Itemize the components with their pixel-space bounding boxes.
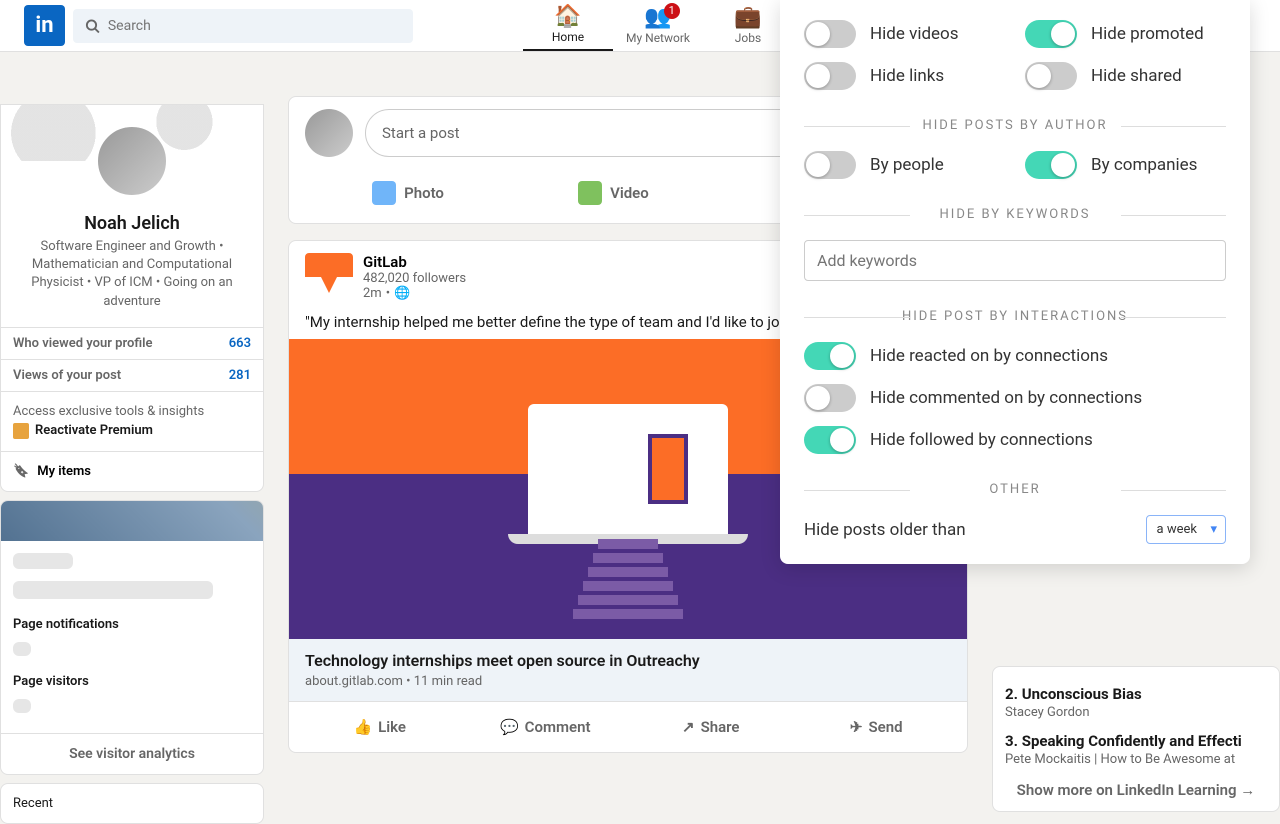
toggle-label: Hide videos bbox=[870, 24, 959, 44]
toggle-label: Hide reacted on by connections bbox=[870, 346, 1108, 366]
toggle-hide-links[interactable] bbox=[804, 62, 856, 90]
profile-name[interactable]: Noah Jelich bbox=[1, 213, 263, 234]
toggle-hide-promoted[interactable] bbox=[1025, 20, 1077, 48]
send-button[interactable]: ✈Send bbox=[794, 706, 960, 748]
stat-label: Views of your post bbox=[13, 368, 121, 383]
stat-value: 281 bbox=[229, 368, 251, 383]
learning-item[interactable]: 2. Unconscious Bias Stacey Gordon bbox=[1005, 679, 1267, 726]
post-timestamp: 2m • 🌐 bbox=[363, 286, 466, 301]
toggle-label: Hide commented on by connections bbox=[870, 388, 1142, 408]
nav-network-label: My Network bbox=[626, 31, 690, 45]
search-icon bbox=[85, 18, 100, 34]
toggle-label: By companies bbox=[1091, 155, 1197, 175]
post-author-logo[interactable] bbox=[305, 253, 353, 301]
recent-title: Recent bbox=[13, 796, 251, 811]
toggle-by-people[interactable] bbox=[804, 151, 856, 179]
toggle-hide-commented[interactable] bbox=[804, 384, 856, 412]
keywords-input[interactable] bbox=[804, 240, 1226, 281]
toggle-hide-followed[interactable] bbox=[804, 426, 856, 454]
show-more-learning[interactable]: Show more on LinkedIn Learning → bbox=[1005, 773, 1267, 799]
laptop-graphic bbox=[528, 404, 728, 534]
page-notifications[interactable]: Page notifications bbox=[13, 607, 251, 642]
search-input[interactable] bbox=[108, 18, 401, 34]
section-header-author: HIDE POSTS BY AUTHOR bbox=[804, 118, 1226, 133]
stat-post-views[interactable]: Views of your post 281 bbox=[1, 359, 263, 391]
section-header-interactions: HIDE POST BY INTERACTIONS bbox=[804, 309, 1226, 324]
toggle-by-companies[interactable] bbox=[1025, 151, 1077, 179]
share-button[interactable]: ↗Share bbox=[628, 706, 794, 748]
stat-value: 663 bbox=[229, 336, 251, 351]
toggle-label: Hide promoted bbox=[1091, 24, 1204, 44]
profile-card: Noah Jelich Software Engineer and Growth… bbox=[0, 104, 264, 492]
pages-banner bbox=[1, 501, 263, 541]
logo[interactable]: in bbox=[24, 5, 65, 46]
blurred-placeholder bbox=[13, 553, 73, 569]
premium-cta[interactable]: Reactivate Premium bbox=[13, 423, 251, 439]
older-than-label: Hide posts older than bbox=[804, 520, 966, 540]
learning-card: 2. Unconscious Bias Stacey Gordon 3. Spe… bbox=[992, 666, 1280, 812]
profile-avatar[interactable] bbox=[96, 125, 168, 197]
blurred-placeholder bbox=[13, 581, 213, 599]
premium-section[interactable]: Access exclusive tools & insights Reacti… bbox=[1, 391, 263, 451]
learning-item[interactable]: 3. Speaking Confidently and Effecti Pete… bbox=[1005, 726, 1267, 773]
nav-jobs-label: Jobs bbox=[735, 31, 761, 45]
learning-author: Pete Mockaitis | How to Be Awesome at bbox=[1005, 752, 1267, 767]
toggle-label: By people bbox=[870, 155, 944, 175]
like-button[interactable]: 👍Like bbox=[297, 706, 463, 748]
older-than-select[interactable]: a week bbox=[1146, 515, 1226, 544]
network-badge: 1 bbox=[664, 3, 680, 19]
premium-subtitle: Access exclusive tools & insights bbox=[13, 404, 251, 419]
nav-network[interactable]: 👥1 My Network bbox=[613, 0, 703, 51]
search-box[interactable] bbox=[73, 9, 413, 43]
nav-home-label: Home bbox=[552, 30, 584, 44]
door-graphic bbox=[648, 434, 688, 504]
section-header-keywords: HIDE BY KEYWORDS bbox=[804, 207, 1226, 222]
nav: 🏠 Home 👥1 My Network 💼 Jobs bbox=[523, 0, 793, 51]
post-link-subtitle: about.gitlab.com • 11 min read bbox=[305, 674, 951, 689]
home-icon: 🏠 bbox=[554, 6, 581, 28]
stairs-graphic bbox=[568, 539, 688, 619]
stat-profile-views[interactable]: Who viewed your profile 663 bbox=[1, 327, 263, 359]
post-author-name[interactable]: GitLab bbox=[363, 253, 466, 271]
page-visitors[interactable]: Page visitors bbox=[13, 664, 251, 699]
video-icon bbox=[578, 181, 602, 205]
post-link-preview[interactable]: Technology internships meet open source … bbox=[289, 639, 967, 701]
blurred-placeholder bbox=[13, 642, 31, 656]
blurred-placeholder bbox=[13, 699, 31, 713]
network-icon: 👥1 bbox=[644, 7, 671, 29]
toggle-hide-shared[interactable] bbox=[1025, 62, 1077, 90]
like-icon: 👍 bbox=[353, 718, 372, 736]
toggle-hide-videos[interactable] bbox=[804, 20, 856, 48]
pages-card: Page notifications Page visitors See vis… bbox=[0, 500, 264, 775]
post-author-followers: 482,020 followers bbox=[363, 271, 466, 286]
comment-icon: 💬 bbox=[500, 718, 519, 736]
user-avatar[interactable] bbox=[305, 109, 353, 157]
learning-author: Stacey Gordon bbox=[1005, 705, 1267, 720]
my-items[interactable]: My items bbox=[1, 451, 263, 491]
section-header-other: OTHER bbox=[804, 482, 1226, 497]
toggle-hide-reacted[interactable] bbox=[804, 342, 856, 370]
post-link-title: Technology internships meet open source … bbox=[305, 651, 951, 670]
post-photo-button[interactable]: Photo bbox=[362, 171, 454, 215]
photo-icon bbox=[372, 181, 396, 205]
jobs-icon: 💼 bbox=[734, 7, 761, 29]
recent-card: Recent bbox=[0, 783, 264, 824]
stat-label: Who viewed your profile bbox=[13, 336, 152, 351]
toggle-label: Hide links bbox=[870, 66, 944, 86]
see-analytics[interactable]: See visitor analytics bbox=[1, 733, 263, 774]
toggle-label: Hide followed by connections bbox=[870, 430, 1093, 450]
toggle-label: Hide shared bbox=[1091, 66, 1182, 86]
profile-headline: Software Engineer and Growth • Mathemati… bbox=[1, 234, 263, 327]
send-icon: ✈ bbox=[850, 718, 863, 736]
nav-home[interactable]: 🏠 Home bbox=[523, 0, 613, 51]
comment-button[interactable]: 💬Comment bbox=[463, 706, 629, 748]
filter-panel: Hide videos Hide promoted Hide links Hid… bbox=[780, 0, 1250, 564]
post-video-button[interactable]: Video bbox=[568, 171, 659, 215]
share-icon: ↗ bbox=[682, 718, 695, 736]
globe-icon: 🌐 bbox=[394, 286, 410, 301]
